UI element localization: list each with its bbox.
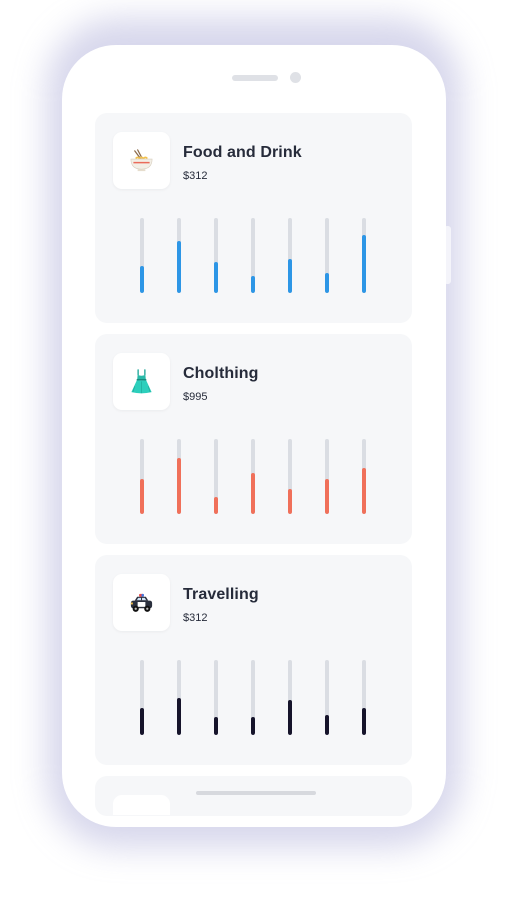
spending-bar bbox=[140, 218, 144, 293]
spending-bar bbox=[362, 439, 366, 514]
spending-bar-fill bbox=[214, 496, 218, 514]
spending-bar bbox=[251, 660, 255, 735]
category-amount: $995 bbox=[183, 391, 208, 403]
spending-bar bbox=[140, 439, 144, 514]
speaker-grille bbox=[232, 75, 278, 81]
category-title: Cholthing bbox=[183, 365, 259, 382]
spending-bar-fill bbox=[140, 266, 144, 293]
category-amount: $312 bbox=[183, 170, 208, 182]
spending-bar bbox=[288, 218, 292, 293]
spending-bar bbox=[214, 218, 218, 293]
spending-bar bbox=[325, 218, 329, 293]
spending-bar-fill bbox=[288, 258, 292, 293]
spending-bar-fill bbox=[177, 240, 181, 293]
spending-bar-fill bbox=[288, 699, 292, 735]
home-indicator[interactable] bbox=[196, 791, 316, 795]
spending-bar-fill bbox=[140, 478, 144, 514]
category-title: Food and Drink bbox=[183, 144, 302, 161]
category-title: Travelling bbox=[183, 586, 259, 603]
spending-bar-fill bbox=[251, 717, 255, 735]
spending-bar-fill bbox=[214, 717, 218, 735]
spending-bars bbox=[140, 218, 370, 293]
spending-bar bbox=[177, 660, 181, 735]
spending-bar-fill bbox=[325, 478, 329, 514]
phone-frame: Food and Drink $312 Cholthing $995 Trave… bbox=[62, 45, 446, 827]
category-list: Food and Drink $312 Cholthing $995 Trave… bbox=[95, 113, 412, 816]
spending-bar bbox=[362, 218, 366, 293]
spending-bar-fill bbox=[177, 457, 181, 514]
category-icon-box bbox=[113, 132, 170, 189]
spending-bar bbox=[177, 218, 181, 293]
noodle-bowl-icon bbox=[130, 149, 153, 172]
spending-bars bbox=[140, 660, 370, 735]
front-camera bbox=[290, 72, 301, 83]
police-car-icon bbox=[130, 593, 153, 612]
spending-bar-fill bbox=[325, 272, 329, 293]
spending-bar-fill bbox=[177, 697, 181, 735]
spending-bar-fill bbox=[251, 275, 255, 293]
spending-bar bbox=[251, 439, 255, 514]
category-icon-box bbox=[113, 795, 170, 815]
category-icon-box bbox=[113, 353, 170, 410]
category-icon-box bbox=[113, 574, 170, 631]
spending-bar-fill bbox=[140, 708, 144, 735]
category-card-food[interactable]: Food and Drink $312 bbox=[95, 113, 412, 323]
spending-bar bbox=[288, 660, 292, 735]
spending-bar-fill bbox=[362, 708, 366, 735]
spending-bar-fill bbox=[214, 262, 218, 293]
spending-bar bbox=[214, 439, 218, 514]
spending-bar bbox=[288, 439, 292, 514]
spending-bars bbox=[140, 439, 370, 514]
spending-bar-fill bbox=[251, 472, 255, 514]
spending-bar bbox=[325, 439, 329, 514]
category-card-clothing[interactable]: Cholthing $995 bbox=[95, 334, 412, 544]
dress-icon bbox=[131, 369, 152, 394]
category-card-peek[interactable] bbox=[95, 776, 412, 816]
category-amount: $312 bbox=[183, 612, 208, 624]
spending-bar bbox=[177, 439, 181, 514]
spending-bar bbox=[140, 660, 144, 735]
spending-bar bbox=[325, 660, 329, 735]
spending-bar-fill bbox=[325, 714, 329, 735]
spending-bar bbox=[362, 660, 366, 735]
spending-bar-fill bbox=[362, 234, 366, 293]
spending-bar bbox=[251, 218, 255, 293]
category-card-travel[interactable]: Travelling $312 bbox=[95, 555, 412, 765]
spending-bar-fill bbox=[288, 489, 292, 514]
spending-bar-fill bbox=[362, 468, 366, 514]
spending-bar bbox=[214, 660, 218, 735]
